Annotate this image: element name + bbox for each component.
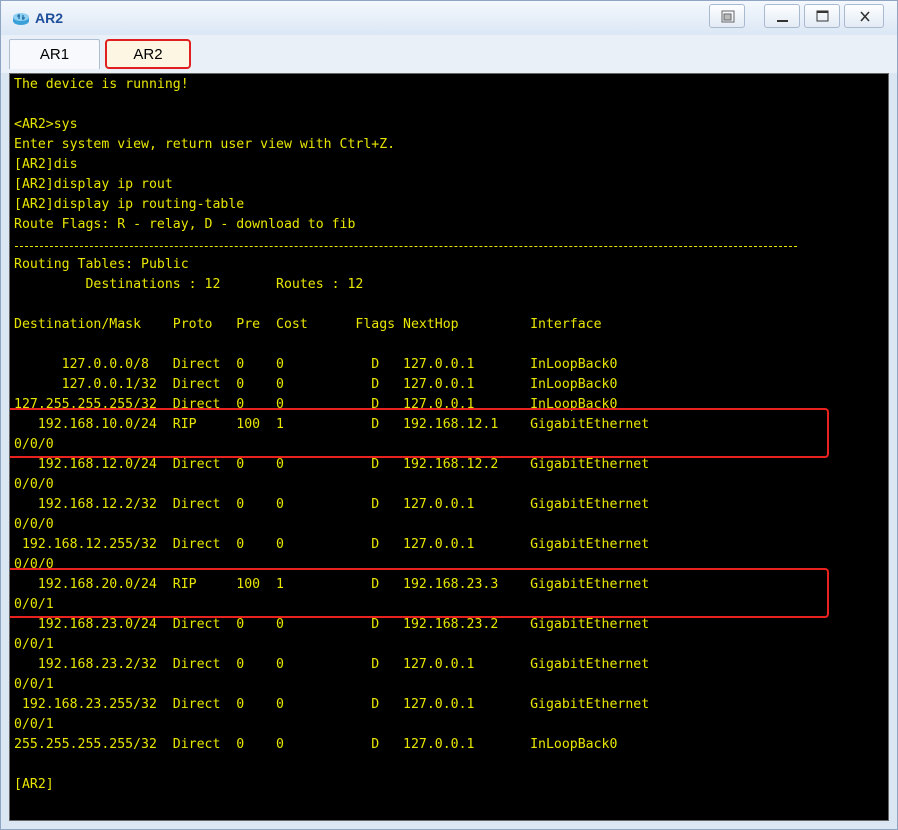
terminal-line: Destinations : 12 Routes : 12 — [14, 277, 364, 292]
table-header: Destination/Mask Proto Pre Cost Flags Ne… — [14, 317, 602, 332]
rip-route-highlight — [10, 568, 829, 618]
tab-bar: AR1 AR2 — [1, 35, 897, 73]
terminal-line: <AR2>sys — [14, 117, 78, 132]
rip-route-highlight — [10, 408, 829, 458]
route-row: 255.255.255.255/32 Direct 0 0 D 127.0.0.… — [14, 737, 618, 752]
route-row-continuation: 0/0/1 — [14, 717, 54, 732]
maximize-icon — [816, 10, 829, 22]
terminal-line: Routing Tables: Public — [14, 257, 189, 272]
route-row-continuation: 0/0/0 — [14, 517, 54, 532]
route-row: 127.0.0.1/32 Direct 0 0 D 127.0.0.1 InLo… — [14, 377, 618, 392]
close-button[interactable] — [844, 4, 884, 28]
restore-view-icon — [721, 10, 735, 23]
route-row: 192.168.12.255/32 Direct 0 0 D 127.0.0.1… — [14, 537, 650, 552]
route-row: 192.168.23.2/32 Direct 0 0 D 127.0.0.1 G… — [14, 657, 650, 672]
terminal-line: Enter system view, return user view with… — [14, 137, 396, 152]
terminal-line: [AR2]display ip routing-table — [14, 197, 245, 212]
maximize-button[interactable] — [804, 4, 840, 28]
terminal-line: [AR2]display ip rout — [14, 177, 173, 192]
route-row-continuation: 0/0/1 — [14, 637, 54, 652]
route-row: 192.168.23.255/32 Direct 0 0 D 127.0.0.1… — [14, 697, 650, 712]
command-prompt: [AR2] — [14, 777, 54, 792]
title-bar: AR2 — [1, 1, 897, 36]
terminal-line: The device is running! — [14, 77, 189, 92]
close-icon — [860, 11, 870, 22]
terminal-output[interactable]: The device is running! <AR2>sys Enter sy… — [9, 73, 889, 821]
route-row-continuation: 0/0/1 — [14, 677, 54, 692]
tab-ar2[interactable]: AR2 — [105, 39, 191, 69]
terminal-line: [AR2]dis — [14, 157, 78, 172]
route-row: 192.168.12.0/24 Direct 0 0 D 192.168.12.… — [14, 457, 650, 472]
route-row: 192.168.12.2/32 Direct 0 0 D 127.0.0.1 G… — [14, 497, 650, 512]
route-row: 127.0.0.0/8 Direct 0 0 D 127.0.0.1 InLoo… — [14, 357, 618, 372]
route-row-continuation: 0/0/0 — [14, 477, 54, 492]
minimize-icon — [777, 20, 788, 22]
minimize-button[interactable] — [764, 4, 800, 28]
tab-ar1[interactable]: AR1 — [9, 39, 100, 69]
terminal-line: Route Flags: R - relay, D - download to … — [14, 217, 356, 232]
terminal-window: AR2 AR1 AR2 The device is running! <AR2>… — [0, 0, 898, 830]
router-app-icon — [13, 13, 29, 25]
route-row: 192.168.23.0/24 Direct 0 0 D 192.168.23.… — [14, 617, 650, 632]
separator-line — [15, 246, 797, 247]
restore-view-button[interactable] — [709, 4, 745, 28]
window-title: AR2 — [35, 10, 64, 26]
